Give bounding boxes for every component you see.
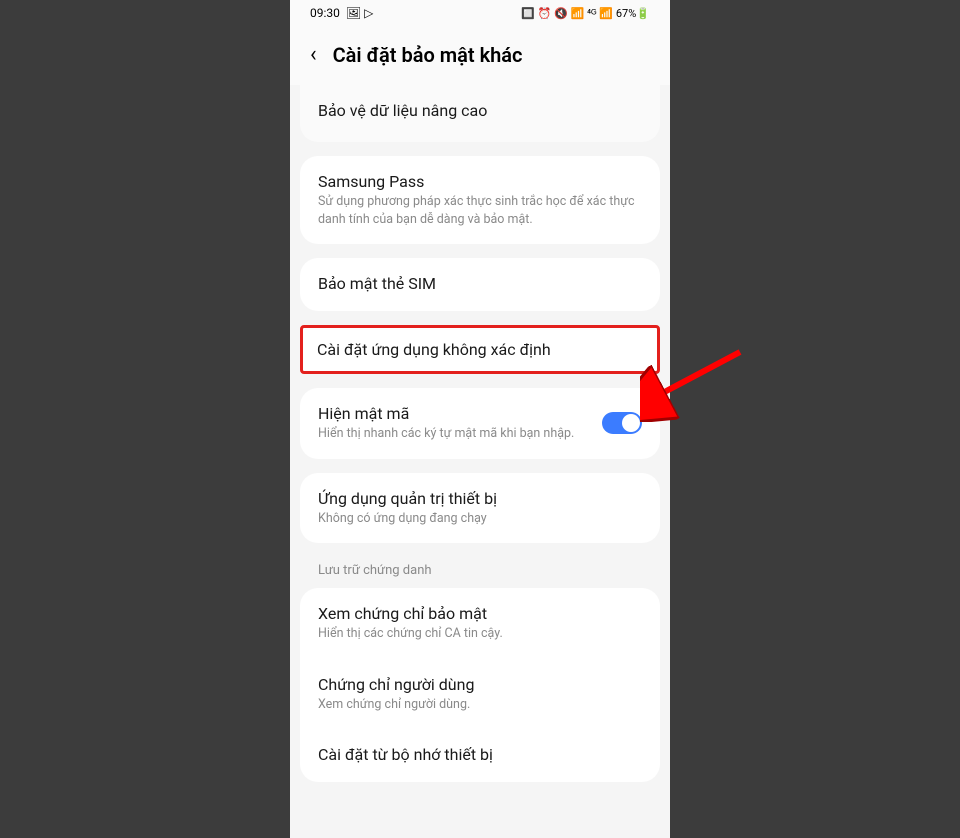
- item-user-credentials[interactable]: Chứng chỉ người dùng Xem chứng chỉ người…: [300, 659, 660, 730]
- item-title: Samsung Pass: [318, 172, 642, 191]
- item-title: Hiện mật mã: [318, 404, 592, 423]
- item-title: Cài đặt từ bộ nhớ thiết bị: [318, 745, 642, 764]
- item-title: Ứng dụng quản trị thiết bị: [318, 489, 642, 508]
- item-subtitle: Không có ứng dụng đang chạy: [318, 510, 642, 528]
- item-subtitle: Xem chứng chỉ người dùng.: [318, 696, 642, 714]
- item-title: Xem chứng chỉ bảo mật: [318, 604, 642, 623]
- status-app-icons: 🖼 ▷: [346, 6, 373, 20]
- item-show-password[interactable]: Hiện mật mã Hiển thị nhanh các ký tự mật…: [300, 388, 660, 459]
- status-bar: 09:30 🖼 ▷ 🔲 ⏰ 🔇 📶 ⁴ᴳ 📶 67%🔋: [290, 0, 670, 26]
- item-subtitle: Sử dụng phương pháp xác thực sinh trắc h…: [318, 193, 642, 228]
- header: ‹ Cài đặt bảo mật khác: [290, 26, 670, 85]
- item-title: Bảo mật thẻ SIM: [318, 274, 642, 293]
- toggle-show-password[interactable]: [602, 412, 642, 434]
- item-title: Chứng chỉ người dùng: [318, 675, 642, 694]
- item-device-admin-apps[interactable]: Ứng dụng quản trị thiết bị Không có ứng …: [300, 473, 660, 544]
- item-subtitle: Hiển thị nhanh các ký tự mật mã khi bạn …: [318, 425, 592, 443]
- item-title: Bảo vệ dữ liệu nâng cao: [318, 101, 642, 120]
- settings-content: Bảo vệ dữ liệu nâng cao Samsung Pass Sử …: [290, 85, 670, 782]
- item-sim-security[interactable]: Bảo mật thẻ SIM: [300, 258, 660, 311]
- item-advanced-data-protection[interactable]: Bảo vệ dữ liệu nâng cao: [300, 85, 660, 138]
- item-title: Cài đặt ứng dụng không xác định: [317, 340, 643, 359]
- item-subtitle: Hiển thị các chứng chỉ CA tin cậy.: [318, 625, 642, 643]
- item-install-from-storage[interactable]: Cài đặt từ bộ nhớ thiết bị: [300, 729, 660, 782]
- phone-screen: 09:30 🖼 ▷ 🔲 ⏰ 🔇 📶 ⁴ᴳ 📶 67%🔋 ‹ Cài đặt bả…: [290, 0, 670, 838]
- item-samsung-pass[interactable]: Samsung Pass Sử dụng phương pháp xác thự…: [300, 156, 660, 244]
- status-time: 09:30: [310, 6, 340, 20]
- back-button[interactable]: ‹: [310, 42, 317, 67]
- status-system-icons: 🔲 ⏰ 🔇 📶 ⁴ᴳ 📶: [521, 7, 613, 20]
- section-credential-storage: Lưu trữ chứng danh: [290, 557, 670, 588]
- page-title: Cài đặt bảo mật khác: [333, 43, 523, 67]
- item-install-unknown-apps[interactable]: Cài đặt ứng dụng không xác định: [300, 325, 660, 374]
- status-battery: 67%🔋: [616, 7, 650, 20]
- item-trusted-credentials[interactable]: Xem chứng chỉ bảo mật Hiển thị các chứng…: [300, 588, 660, 659]
